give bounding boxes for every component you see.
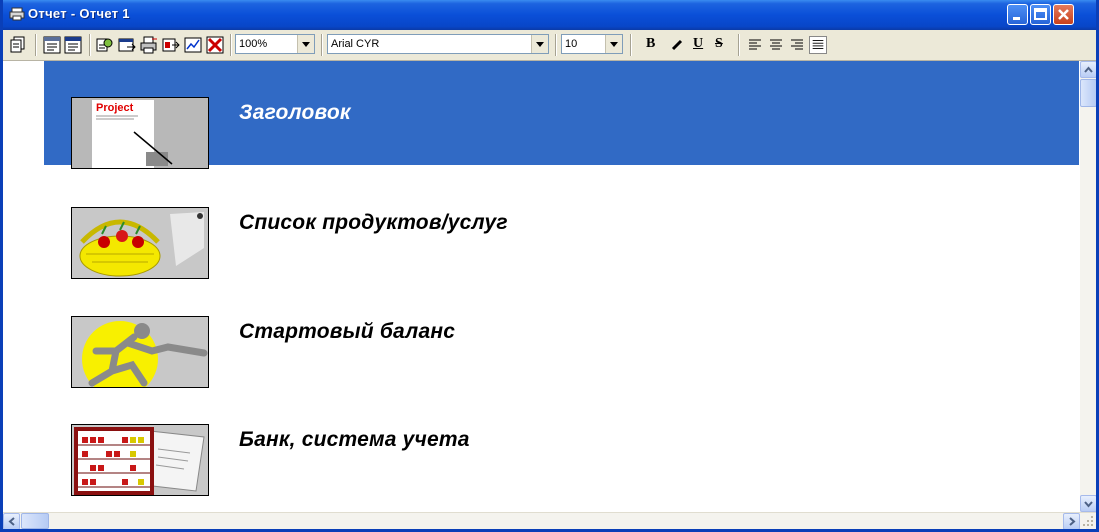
report-sections-list: Project Заголовок Список продуктов/услуг… (3, 61, 1079, 512)
chevron-up-icon (1084, 66, 1093, 73)
horizontal-scroll-thumb[interactable] (21, 513, 49, 529)
toolbar-separator (35, 34, 37, 56)
align-left-icon[interactable] (746, 36, 764, 54)
export-icon[interactable] (118, 36, 136, 54)
section-label: Банк, система учета (239, 428, 470, 451)
chevron-down-icon[interactable] (297, 35, 314, 53)
chevron-down-icon (1084, 501, 1093, 508)
toolbar-separator (738, 34, 740, 56)
toolbar-separator (630, 34, 632, 56)
list-item-bank-accounting[interactable]: Банк, система учета (44, 390, 1079, 496)
font-size-combobox[interactable]: 10 (561, 34, 623, 54)
printer-icon (9, 7, 25, 21)
minimize-icon (1013, 17, 1020, 20)
vertical-scroll-thumb[interactable] (1080, 79, 1096, 107)
window-title: Отчет - Отчет 1 (28, 6, 130, 21)
scroll-up-button[interactable] (1080, 61, 1096, 78)
project-document-icon: Project (71, 97, 209, 169)
list-item-title[interactable]: Project Заголовок (44, 61, 1079, 169)
section-label: Заголовок (239, 101, 351, 124)
bold-icon[interactable]: B (646, 36, 655, 52)
horizontal-scrollbar[interactable] (3, 512, 1096, 529)
maximize-button[interactable] (1030, 4, 1051, 25)
project-caption: Project (96, 102, 134, 114)
page-settings-icon[interactable] (96, 36, 114, 54)
close-icon (1058, 9, 1069, 20)
minimize-button[interactable] (1007, 4, 1028, 25)
list-item-products[interactable]: Список продуктов/услуг (44, 173, 1079, 279)
toolbar-separator (321, 34, 323, 56)
align-center-icon[interactable] (767, 36, 785, 54)
scroll-left-button[interactable] (3, 513, 20, 529)
font-name-combobox[interactable]: Arial CYR (327, 34, 549, 54)
close-button[interactable] (1053, 4, 1074, 25)
chevron-down-icon[interactable] (605, 35, 622, 53)
delete-icon[interactable] (206, 36, 224, 54)
report-icon[interactable] (43, 36, 61, 54)
list-item-starting-balance[interactable]: Стартовый баланс (44, 282, 1079, 388)
chevron-right-icon (1069, 517, 1076, 526)
section-label: Список продуктов/услуг (239, 211, 508, 234)
report-window: Отчет - Отчет 1 100% Arial CYR 10 B U S … (0, 0, 1099, 532)
font-size-value: 10 (565, 38, 578, 50)
toolbar-separator (89, 34, 91, 56)
maximize-icon (1034, 8, 1047, 20)
report-alt-icon[interactable] (64, 36, 82, 54)
scroll-down-button[interactable] (1080, 495, 1096, 512)
vertical-scrollbar[interactable] (1080, 61, 1096, 512)
toolbar: 100% Arial CYR 10 B U S (3, 30, 1096, 61)
strikethrough-icon[interactable]: S (715, 36, 723, 52)
running-man-icon (71, 316, 209, 388)
zoom-combobox[interactable]: 100% (235, 34, 315, 54)
zoom-value: 100% (239, 38, 268, 50)
fruit-basket-icon (71, 207, 209, 279)
abacus-icon (71, 424, 209, 496)
section-label: Стартовый баланс (239, 320, 456, 343)
toolbar-separator (555, 34, 557, 56)
font-name-value: Arial CYR (331, 38, 380, 50)
title-bar[interactable]: Отчет - Отчет 1 (3, 0, 1096, 30)
print-preview-icon[interactable] (9, 36, 27, 54)
print-export-icon[interactable] (162, 36, 180, 54)
underline-icon[interactable]: U (693, 36, 703, 52)
print-icon[interactable] (140, 36, 158, 54)
chevron-down-icon[interactable] (531, 35, 548, 53)
justify-icon[interactable] (809, 36, 827, 54)
scroll-right-button[interactable] (1063, 513, 1080, 529)
chevron-left-icon (8, 517, 15, 526)
resize-grip-icon[interactable] (1081, 514, 1095, 528)
italic-icon[interactable] (668, 36, 686, 54)
align-right-icon[interactable] (788, 36, 806, 54)
toolbar-separator (230, 34, 232, 56)
chart-icon[interactable] (184, 36, 202, 54)
